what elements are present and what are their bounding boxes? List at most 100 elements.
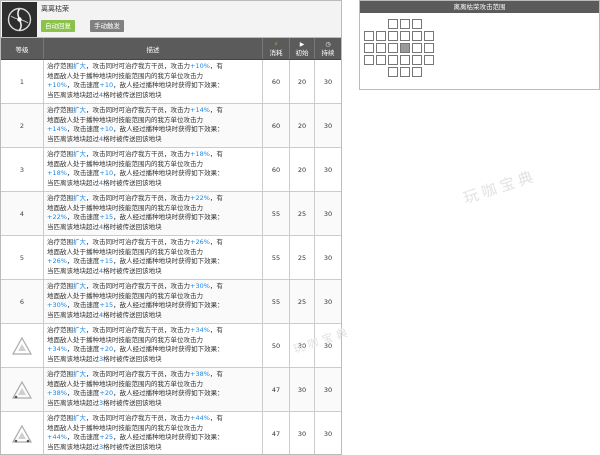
description-text: 当匹离该地块超过 xyxy=(47,311,99,320)
header-cost-label: 消耗 xyxy=(269,48,283,57)
highlight-value: +10 xyxy=(99,169,114,178)
initial-cell: 25 xyxy=(290,280,315,323)
duration-cell: 30 xyxy=(323,77,333,86)
description-text: 治疗范围 xyxy=(47,150,73,158)
description-text: ，攻击速度 xyxy=(66,213,100,222)
description-text: ，攻击同时可治疗我方干员，攻击力 xyxy=(86,238,190,246)
description-text: 格时被传送回该地块 xyxy=(103,399,162,408)
description-text: ，攻击速度 xyxy=(66,125,100,134)
description-cell: 治疗范围扩大，攻击同时可治疗我方干员，攻击力+44%，有 地面敌人处于播种地块时技… xyxy=(44,412,263,454)
initial-cell: 25 xyxy=(290,192,315,235)
description-text: ，敌人经过播种地块时获得如下效果： xyxy=(113,213,224,222)
description-text: 地面敌人处于播种地块时技能范围内的我方单位攻击力 xyxy=(47,159,203,168)
initial-cell: 30 xyxy=(290,324,315,367)
initial-cell: 30 xyxy=(290,412,315,454)
description-cell: 治疗范围扩大，攻击同时可治疗我方干员，攻击力+38%，有 地面敌人处于播种地块时技… xyxy=(44,368,263,411)
description-text: 地面敌人处于播种地块时技能范围内的我方单位攻击力 xyxy=(47,203,203,212)
description-text: ，攻击速度 xyxy=(66,81,100,90)
description-text: 格时被传送回该地块 xyxy=(103,179,162,188)
description-text: ，攻击速度 xyxy=(66,433,100,442)
range-cell xyxy=(412,55,422,65)
description-text: ，敌人经过播种地块时获得如下效果： xyxy=(113,389,224,398)
attack-range-panel: 离离枯荣攻击范围 xyxy=(359,0,600,90)
range-cell xyxy=(388,67,398,77)
description-text: ，有 xyxy=(209,106,223,114)
watermark: 玩咖宝典 xyxy=(461,166,540,208)
cost-cell: 55 xyxy=(263,280,290,323)
duration-cell: 30 xyxy=(323,297,333,306)
range-cell xyxy=(388,55,398,65)
initial-cell: 20 xyxy=(290,148,315,191)
description-text: 格时被传送回该地块 xyxy=(103,135,162,144)
description-text: 格时被传送回该地块 xyxy=(103,267,162,276)
range-cell xyxy=(388,31,398,41)
level-cell: 1 xyxy=(1,60,44,103)
duration-cell: 30 xyxy=(323,385,333,394)
initial-cell: 20 xyxy=(290,60,315,103)
description-text: ，攻击速度 xyxy=(66,345,100,354)
highlight-value: 扩大 xyxy=(73,370,86,378)
skill-level-rows: 1 治疗范围扩大，攻击同时可治疗我方干员，攻击力+10%，有 地面敌人处于播种地块时… xyxy=(1,60,341,454)
table-row: 治疗范围扩大，攻击同时可治疗我方干员，攻击力+34%，有 地面敌人处于播种地块时技… xyxy=(1,324,341,368)
description-text: 格时被传送回该地块 xyxy=(103,311,162,320)
range-cell xyxy=(364,55,374,65)
description-text: ，敌人经过播种地块时获得如下效果： xyxy=(113,169,224,178)
highlight-value: +15 xyxy=(99,257,114,266)
range-cell xyxy=(400,67,410,77)
description-text: ，有 xyxy=(209,326,223,334)
highlight-value: +14% xyxy=(47,125,67,134)
range-cell xyxy=(364,31,374,41)
highlight-value: +18% xyxy=(190,150,210,158)
initial-cell: 20 xyxy=(290,104,315,147)
description-text: ，敌人经过播种地块时获得如下效果： xyxy=(113,345,224,354)
duration-cell: 30 xyxy=(323,253,333,262)
highlight-value: +25 xyxy=(99,433,114,442)
highlight-value: 扩大 xyxy=(73,414,86,422)
description-text: 格时被传送回该地块 xyxy=(103,91,162,100)
description-text: ，攻击同时可治疗我方干员，攻击力 xyxy=(86,150,190,158)
range-cell xyxy=(424,55,434,65)
description-cell: 治疗范围扩大，攻击同时可治疗我方干员，攻击力+18%，有 地面敌人处于播种地块时技… xyxy=(44,148,263,191)
highlight-value: +44% xyxy=(47,433,67,442)
range-cell xyxy=(412,19,422,29)
level-cell: 6 xyxy=(1,280,44,323)
range-cell xyxy=(424,31,434,41)
description-text: 地面敌人处于播种地块时技能范围内的我方单位攻击力 xyxy=(47,247,203,256)
skill-header: 离离枯荣 自动回复 手动触发 xyxy=(1,1,341,38)
highlight-value: 扩大 xyxy=(73,62,86,70)
cost-cell: 47 xyxy=(263,412,290,454)
duration-cell: 30 xyxy=(323,165,333,174)
highlight-value: +10 xyxy=(99,125,114,134)
highlight-value: +26% xyxy=(47,257,67,266)
cost-cell: 60 xyxy=(263,148,290,191)
recovery-type-tag: 自动回复 xyxy=(41,20,75,32)
table-row: 3 治疗范围扩大，攻击同时可治疗我方干员，攻击力+18%，有 地面敌人处于播种地块时… xyxy=(1,148,341,192)
range-cell xyxy=(388,19,398,29)
skill-name: 离离枯荣 xyxy=(41,5,69,13)
level-cell: 3 xyxy=(1,148,44,191)
highlight-value: +38% xyxy=(47,389,67,398)
header-description: 描述 xyxy=(44,38,263,59)
description-text: 治疗范围 xyxy=(47,414,73,422)
description-text: 当匹离该地块超过 xyxy=(47,91,99,100)
description-text: ，有 xyxy=(209,238,223,246)
range-cell xyxy=(412,43,422,53)
table-row: 治疗范围扩大，攻击同时可治疗我方干员，攻击力+38%，有 地面敌人处于播种地块时技… xyxy=(1,368,341,412)
highlight-value: 扩大 xyxy=(73,238,86,246)
description-text: 当匹离该地块超过 xyxy=(47,355,99,364)
attack-range-title: 离离枯荣攻击范围 xyxy=(360,1,599,13)
description-text: ，攻击同时可治疗我方干员，攻击力 xyxy=(86,370,190,378)
header-cost: ⚡ 消耗 xyxy=(263,38,290,59)
highlight-value: 扩大 xyxy=(73,326,86,334)
highlight-value: 扩大 xyxy=(73,150,86,158)
description-text: 地面敌人处于播种地块时技能范围内的我方单位攻击力 xyxy=(47,115,203,124)
highlight-value: +34% xyxy=(47,345,67,354)
specialization-icon xyxy=(1,412,44,454)
description-text: 地面敌人处于播种地块时技能范围内的我方单位攻击力 xyxy=(47,335,203,344)
cost-cell: 60 xyxy=(263,104,290,147)
table-row: 6 治疗范围扩大，攻击同时可治疗我方干员，攻击力+30%，有 地面敌人处于播种地块时… xyxy=(1,280,341,324)
description-text: ，攻击同时可治疗我方干员，攻击力 xyxy=(86,194,190,202)
sp-bolt-icon: ⚡ xyxy=(273,40,279,48)
highlight-value: +10% xyxy=(47,81,67,90)
highlight-value: +30% xyxy=(190,282,210,290)
